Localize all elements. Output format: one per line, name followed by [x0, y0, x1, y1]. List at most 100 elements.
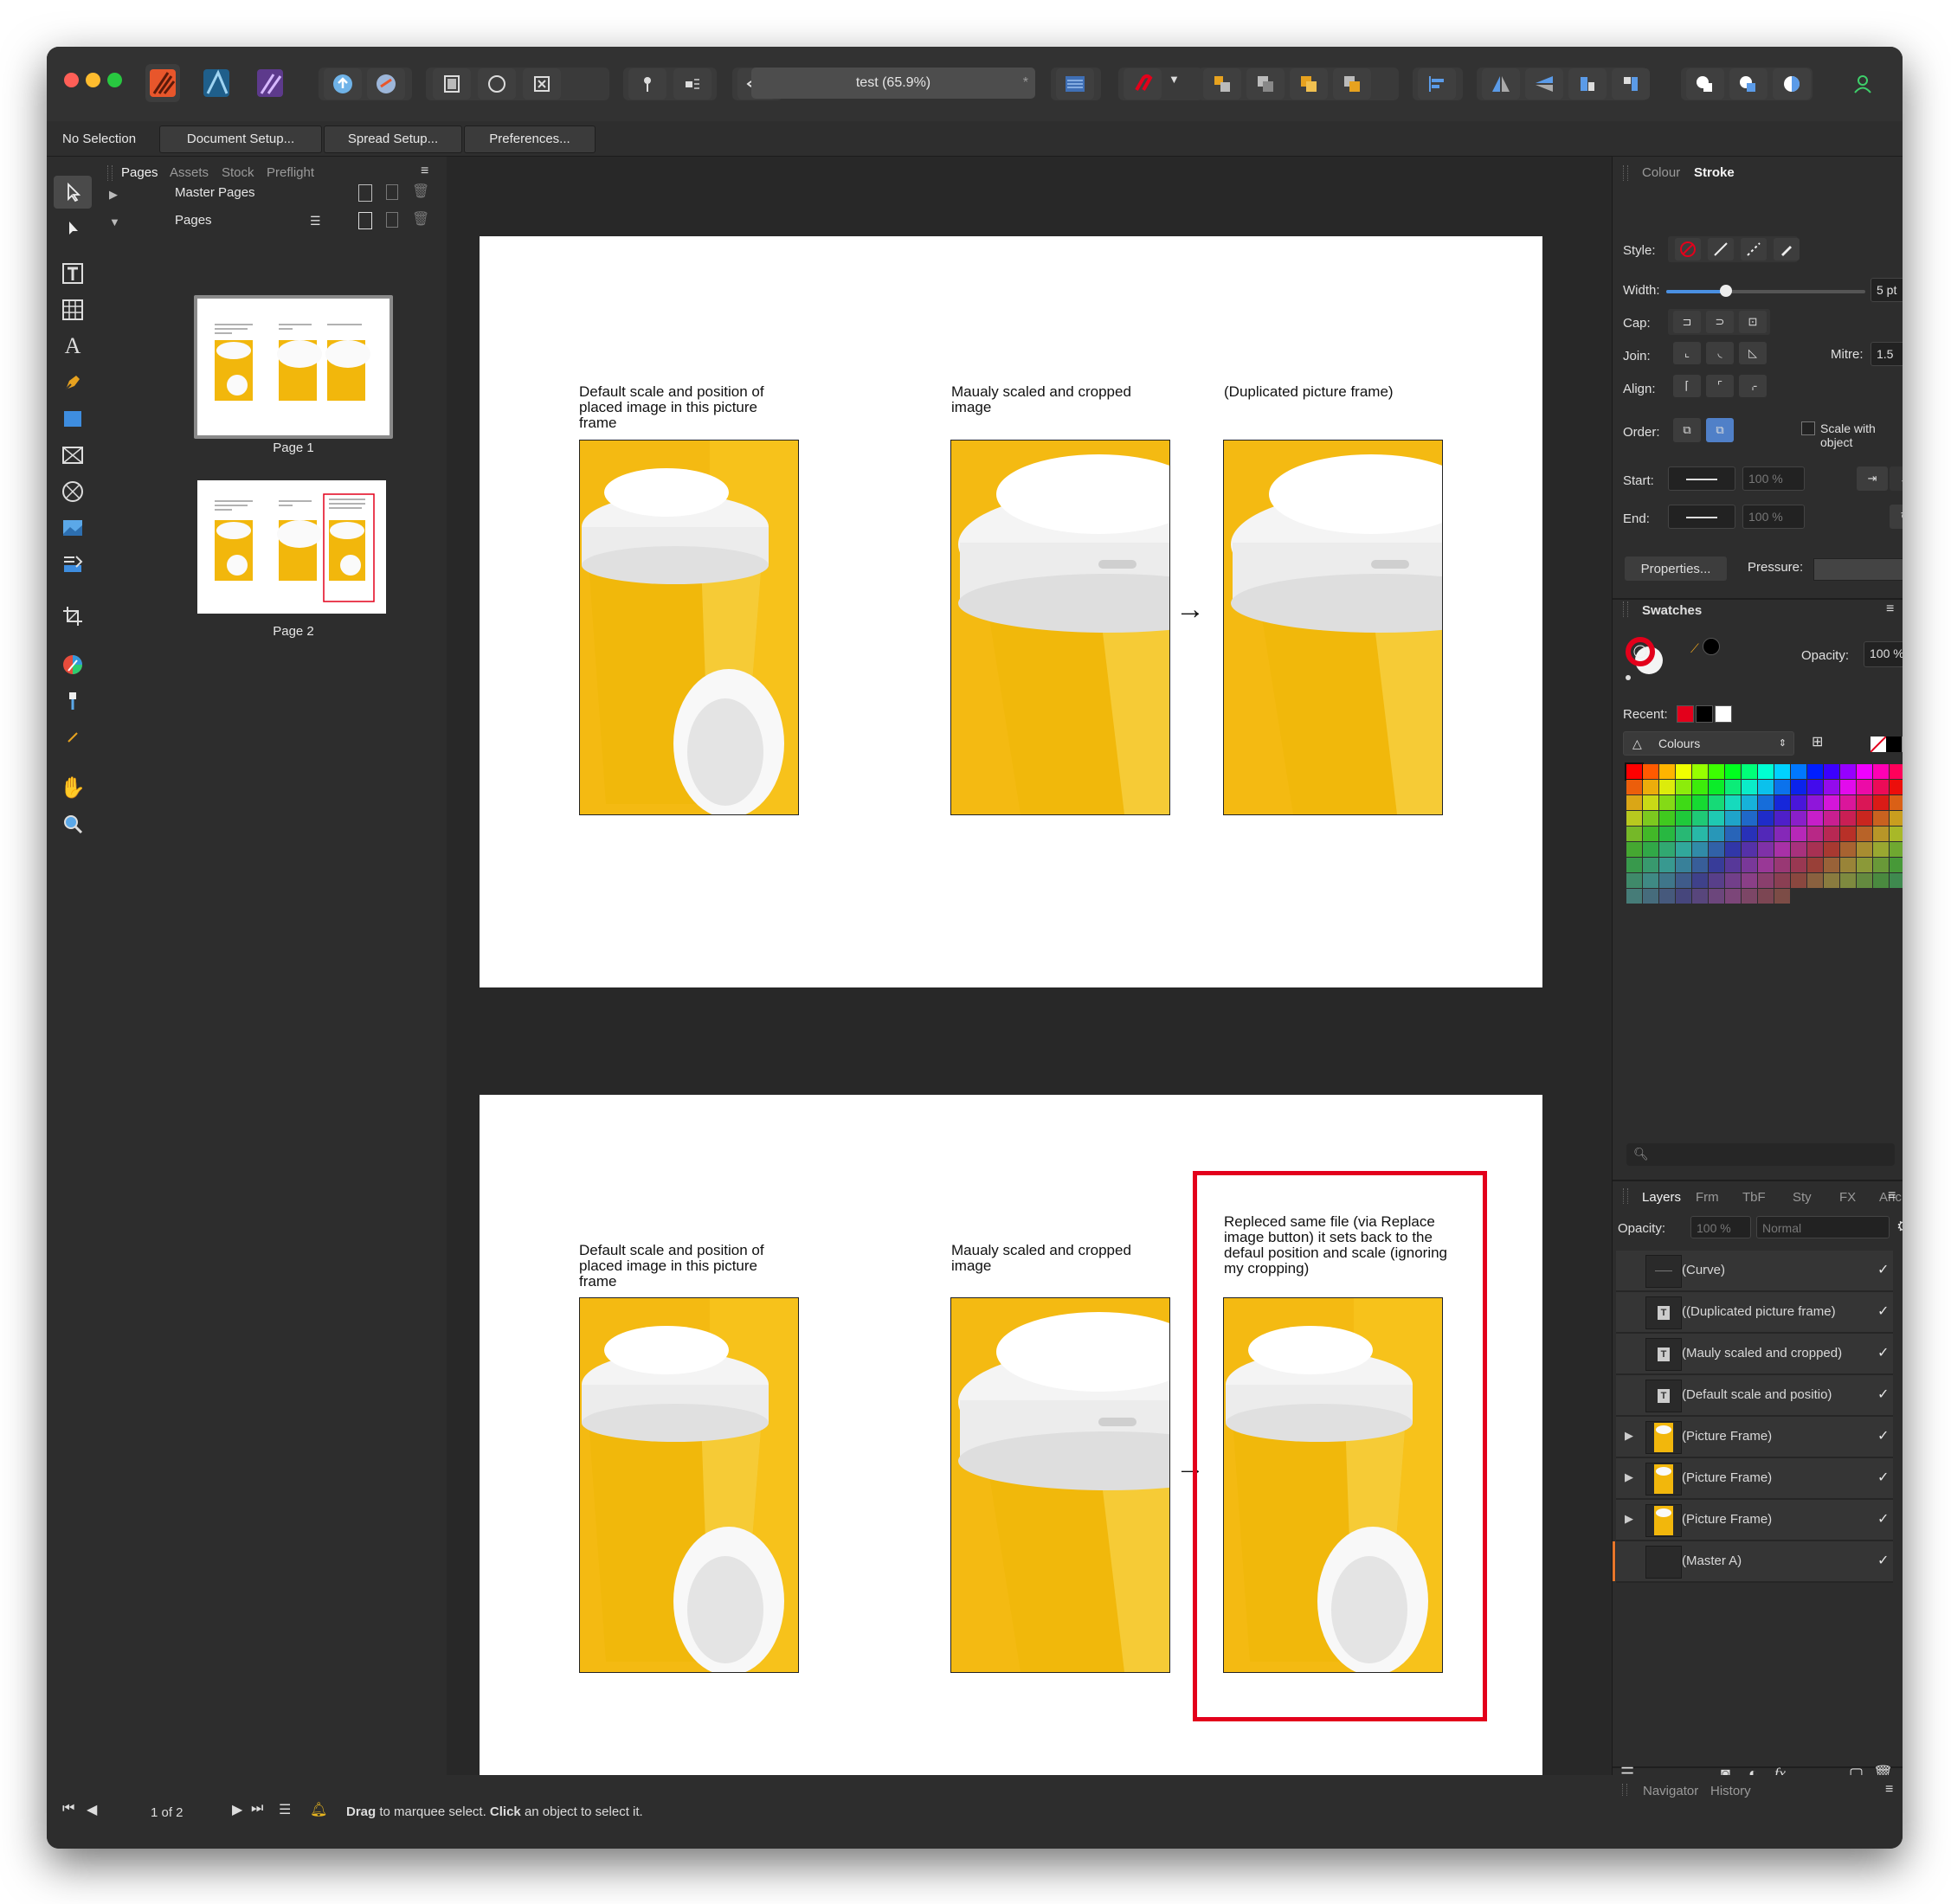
palette-swatch[interactable]: [1709, 858, 1724, 872]
palette-swatch[interactable]: [1840, 795, 1856, 810]
tab-text-frame[interactable]: TbF: [1742, 1190, 1766, 1205]
swatches-title[interactable]: Swatches: [1642, 603, 1702, 618]
dashed-line-button[interactable]: [1741, 238, 1767, 261]
spread-setup-button[interactable]: Spread Setup...: [324, 125, 462, 153]
hand-tool-icon[interactable]: ✋: [54, 771, 92, 804]
share-button[interactable]: [324, 68, 362, 100]
palette-swatch[interactable]: [1873, 764, 1889, 779]
move-tool-icon[interactable]: [54, 176, 92, 209]
colour-palette-grid[interactable]: [1625, 762, 1903, 911]
palette-swatch[interactable]: [1742, 764, 1757, 779]
brush-stroke-button[interactable]: [1774, 238, 1800, 261]
palette-swatch[interactable]: [1725, 811, 1741, 826]
end-scale-input[interactable]: 100 %: [1742, 505, 1805, 529]
page-1[interactable]: Default scale and position of placed ima…: [480, 236, 1542, 987]
page2-caption-default[interactable]: Default scale and position of placed ima…: [579, 1243, 782, 1290]
page-1-thumbnail[interactable]: [194, 295, 393, 439]
stroke-behind-fill-button[interactable]: ⧉: [1673, 418, 1701, 442]
layer-row[interactable]: ▶ (Picture Frame) ✓: [1616, 1458, 1893, 1500]
swap-arrowheads-button[interactable]: ↻: [1890, 505, 1903, 529]
palette-swatch[interactable]: [1659, 780, 1675, 794]
document-setup-button[interactable]: Document Setup...: [159, 125, 322, 153]
color-picker-tool-icon[interactable]: [54, 648, 92, 681]
none-swatch[interactable]: [1870, 736, 1887, 753]
palette-swatch[interactable]: [1840, 780, 1856, 794]
palette-swatch[interactable]: [1824, 811, 1839, 826]
blend-mode-select[interactable]: Normal: [1756, 1216, 1890, 1238]
palette-swatch[interactable]: [1873, 811, 1889, 826]
palette-swatch[interactable]: [1840, 873, 1856, 888]
palette-swatch[interactable]: [1643, 795, 1658, 810]
palette-swatch[interactable]: [1626, 873, 1642, 888]
tab-pages[interactable]: Pages: [121, 165, 158, 180]
tab-navigator[interactable]: Navigator: [1643, 1784, 1698, 1798]
palette-swatch[interactable]: [1890, 858, 1903, 872]
panel-menu-icon[interactable]: ≡: [421, 164, 428, 179]
layer-expand-icon[interactable]: ▶: [1625, 1470, 1633, 1484]
palette-swatch[interactable]: [1709, 827, 1724, 841]
width-slider[interactable]: [1666, 285, 1865, 297]
palette-swatch[interactable]: [1807, 811, 1823, 826]
palette-swatch[interactable]: [1807, 764, 1823, 779]
stroke-front-fill-button[interactable]: ⧉: [1706, 418, 1734, 442]
palette-swatch[interactable]: [1824, 873, 1839, 888]
palette-swatch[interactable]: [1692, 827, 1708, 841]
palette-swatch[interactable]: [1840, 811, 1856, 826]
palette-swatch[interactable]: [1774, 780, 1790, 794]
cloud-button[interactable]: [367, 68, 405, 100]
palette-swatch[interactable]: [1626, 889, 1642, 904]
layer-visibility-checkbox[interactable]: ✓: [1877, 1261, 1889, 1278]
solid-line-button[interactable]: [1708, 238, 1734, 261]
palette-swatch[interactable]: [1873, 795, 1889, 810]
flip-horizontal-button[interactable]: [1482, 68, 1520, 100]
publisher-persona-button[interactable]: [145, 64, 180, 102]
intersect-shapes-button[interactable]: [1773, 68, 1811, 100]
palette-swatch[interactable]: [1840, 827, 1856, 841]
palette-swatch[interactable]: [1643, 873, 1658, 888]
palette-swatch[interactable]: [1758, 842, 1774, 857]
bevel-join-button[interactable]: ◺: [1739, 342, 1767, 364]
palette-swatch[interactable]: [1709, 889, 1724, 904]
layer-visibility-checkbox[interactable]: ✓: [1877, 1469, 1889, 1486]
designer-persona-button[interactable]: [199, 64, 234, 102]
palette-swatch[interactable]: [1857, 858, 1872, 872]
transparency-tool-icon[interactable]: [54, 721, 92, 754]
palette-swatch[interactable]: [1626, 842, 1642, 857]
move-forward-one-button[interactable]: [1290, 68, 1328, 100]
palette-options-icon[interactable]: ⊞: [1812, 733, 1823, 750]
palette-swatch[interactable]: [1725, 780, 1741, 794]
account-button[interactable]: [1844, 68, 1882, 100]
palette-swatch[interactable]: [1676, 764, 1691, 779]
palette-swatch[interactable]: [1676, 842, 1691, 857]
palette-swatch[interactable]: [1890, 873, 1903, 888]
round-join-button[interactable]: ◟: [1706, 342, 1734, 364]
photo-persona-button[interactable]: [253, 64, 287, 102]
palette-swatch[interactable]: [1742, 780, 1757, 794]
swatches-menu-icon[interactable]: ≡: [1886, 601, 1894, 617]
pin-button[interactable]: [628, 68, 666, 100]
palette-swatch[interactable]: [1643, 889, 1658, 904]
black-swatch[interactable]: [1886, 737, 1902, 752]
palette-swatch[interactable]: [1890, 795, 1903, 810]
palette-swatch[interactable]: [1709, 764, 1724, 779]
start-arrowhead-select[interactable]: [1668, 466, 1735, 491]
text-path-tool-icon[interactable]: [54, 548, 92, 581]
align-center-button[interactable]: ⌜: [1706, 375, 1734, 397]
fill-tool-icon[interactable]: [54, 685, 92, 717]
layer-visibility-checkbox[interactable]: ✓: [1877, 1344, 1889, 1361]
palette-swatch[interactable]: [1742, 795, 1757, 810]
palette-swatch[interactable]: [1709, 811, 1724, 826]
palette-swatch[interactable]: [1791, 873, 1806, 888]
preferences-button[interactable]: Preferences...: [464, 125, 596, 153]
palette-swatch[interactable]: [1824, 827, 1839, 841]
palette-swatch[interactable]: [1643, 858, 1658, 872]
next-page-icon[interactable]: ▶: [232, 1801, 242, 1818]
palette-swatch[interactable]: [1725, 889, 1741, 904]
layer-row[interactable]: T ((Duplicated picture frame) ✓: [1616, 1292, 1893, 1334]
palette-swatch[interactable]: [1643, 811, 1658, 826]
palette-swatch[interactable]: [1758, 764, 1774, 779]
layer-visibility-checkbox[interactable]: ✓: [1877, 1510, 1889, 1528]
palette-swatch[interactable]: [1659, 764, 1675, 779]
palette-swatch[interactable]: [1824, 795, 1839, 810]
palette-swatch[interactable]: [1725, 764, 1741, 779]
